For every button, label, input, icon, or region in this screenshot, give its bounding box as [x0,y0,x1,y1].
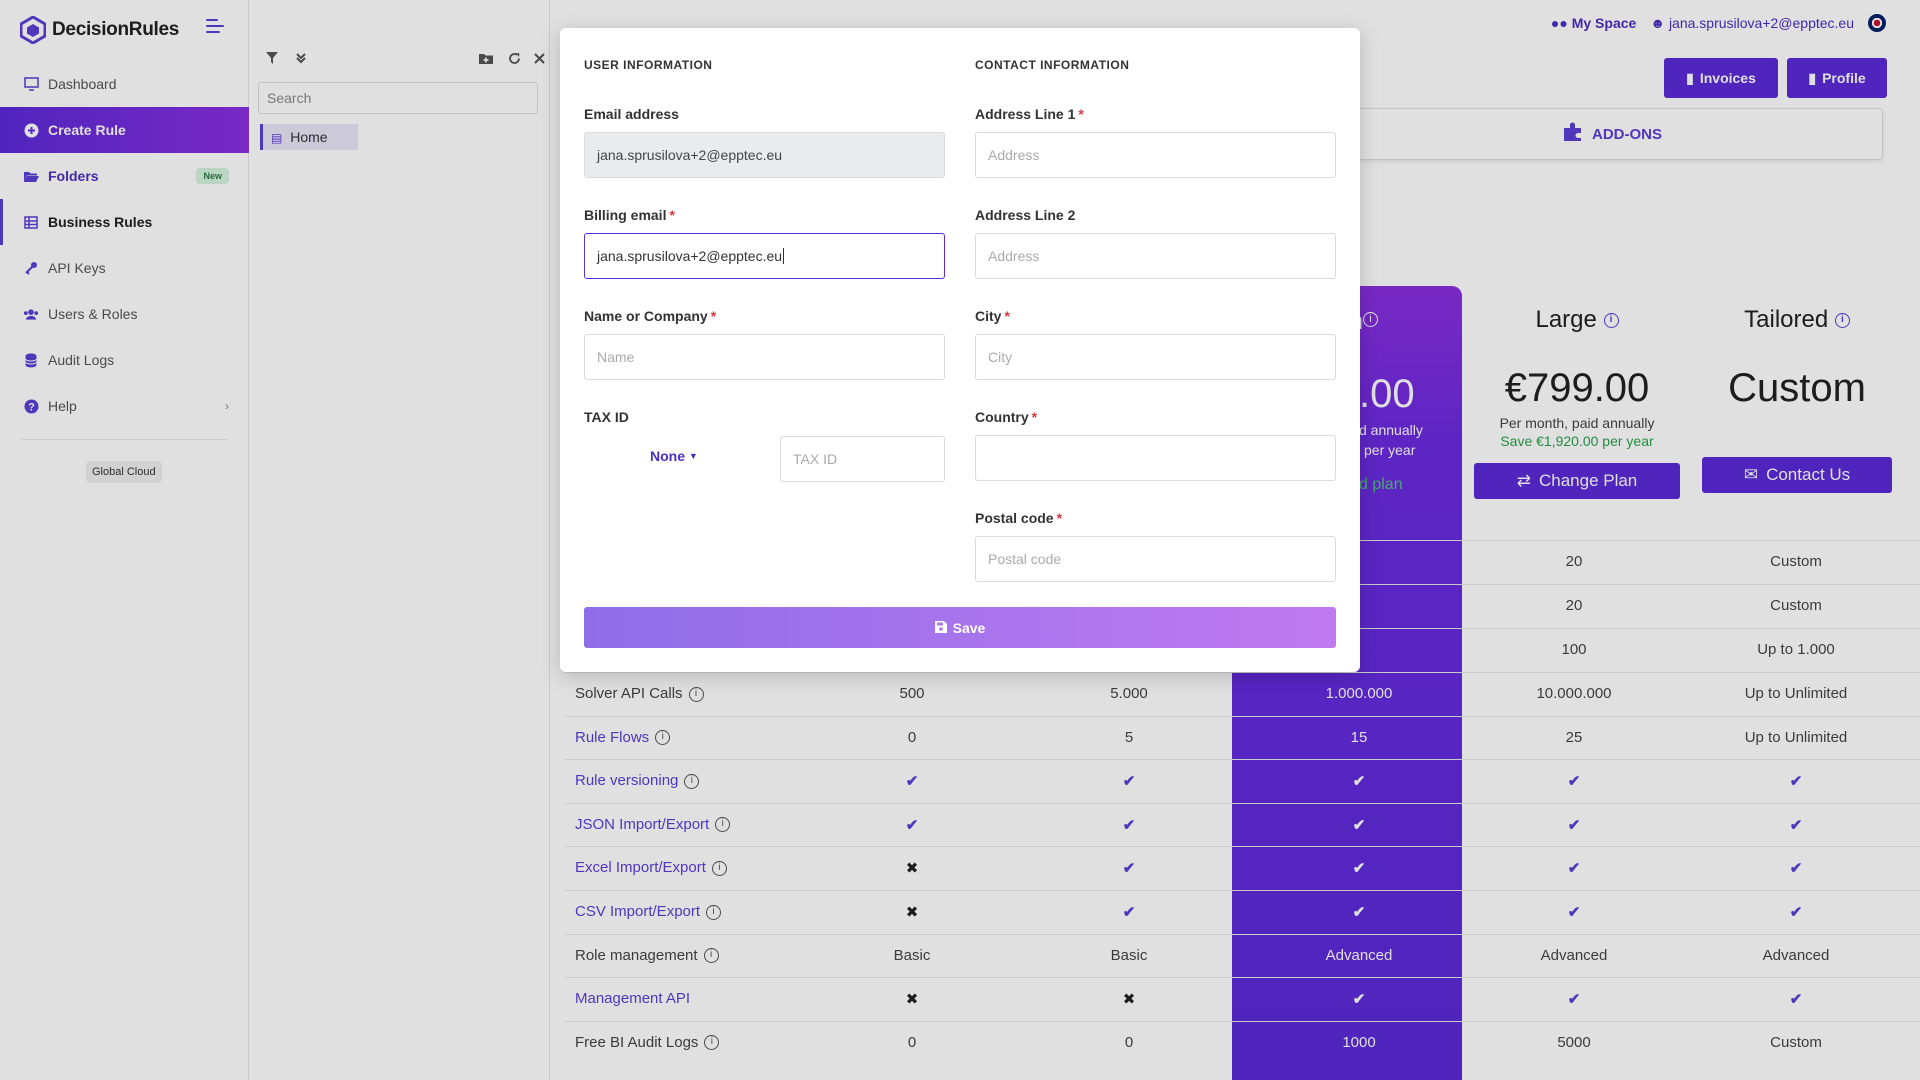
address2-field[interactable]: Address [975,233,1336,279]
caret-down-icon: ▼ [688,451,698,461]
tax-type-dropdown[interactable]: None ▼ [650,448,698,464]
tax-id-label: TAX ID [584,409,629,425]
name-field[interactable]: Name [584,334,945,380]
postal-code-field[interactable]: Postal code [975,536,1336,582]
postal-code-label: Postal code * [975,510,1063,526]
address1-field[interactable]: Address [975,132,1336,178]
address2-label: Address Line 2 [975,207,1076,223]
country-select[interactable] [975,435,1336,481]
contact-info-section-title: CONTACT INFORMATION [975,58,1130,72]
address1-label: Address Line 1 * [975,106,1084,122]
email-field[interactable]: jana.sprusilova+2@epptec.eu [584,132,945,178]
billing-info-modal: USER INFORMATION CONTACT INFORMATION Ema… [560,28,1360,672]
floppy-disk-icon [934,620,947,636]
name-label: Name or Company * [584,308,717,324]
city-field[interactable]: City [975,334,1336,380]
tax-id-field[interactable]: TAX ID [780,436,945,482]
billing-email-field[interactable]: jana.sprusilova+2@epptec.eu [584,233,945,279]
email-label: Email address [584,106,679,122]
billing-email-label: Billing email * [584,207,675,223]
country-label: Country * [975,409,1038,425]
city-label: City * [975,308,1010,324]
save-button[interactable]: Save [584,607,1336,648]
user-info-section-title: USER INFORMATION [584,58,713,72]
